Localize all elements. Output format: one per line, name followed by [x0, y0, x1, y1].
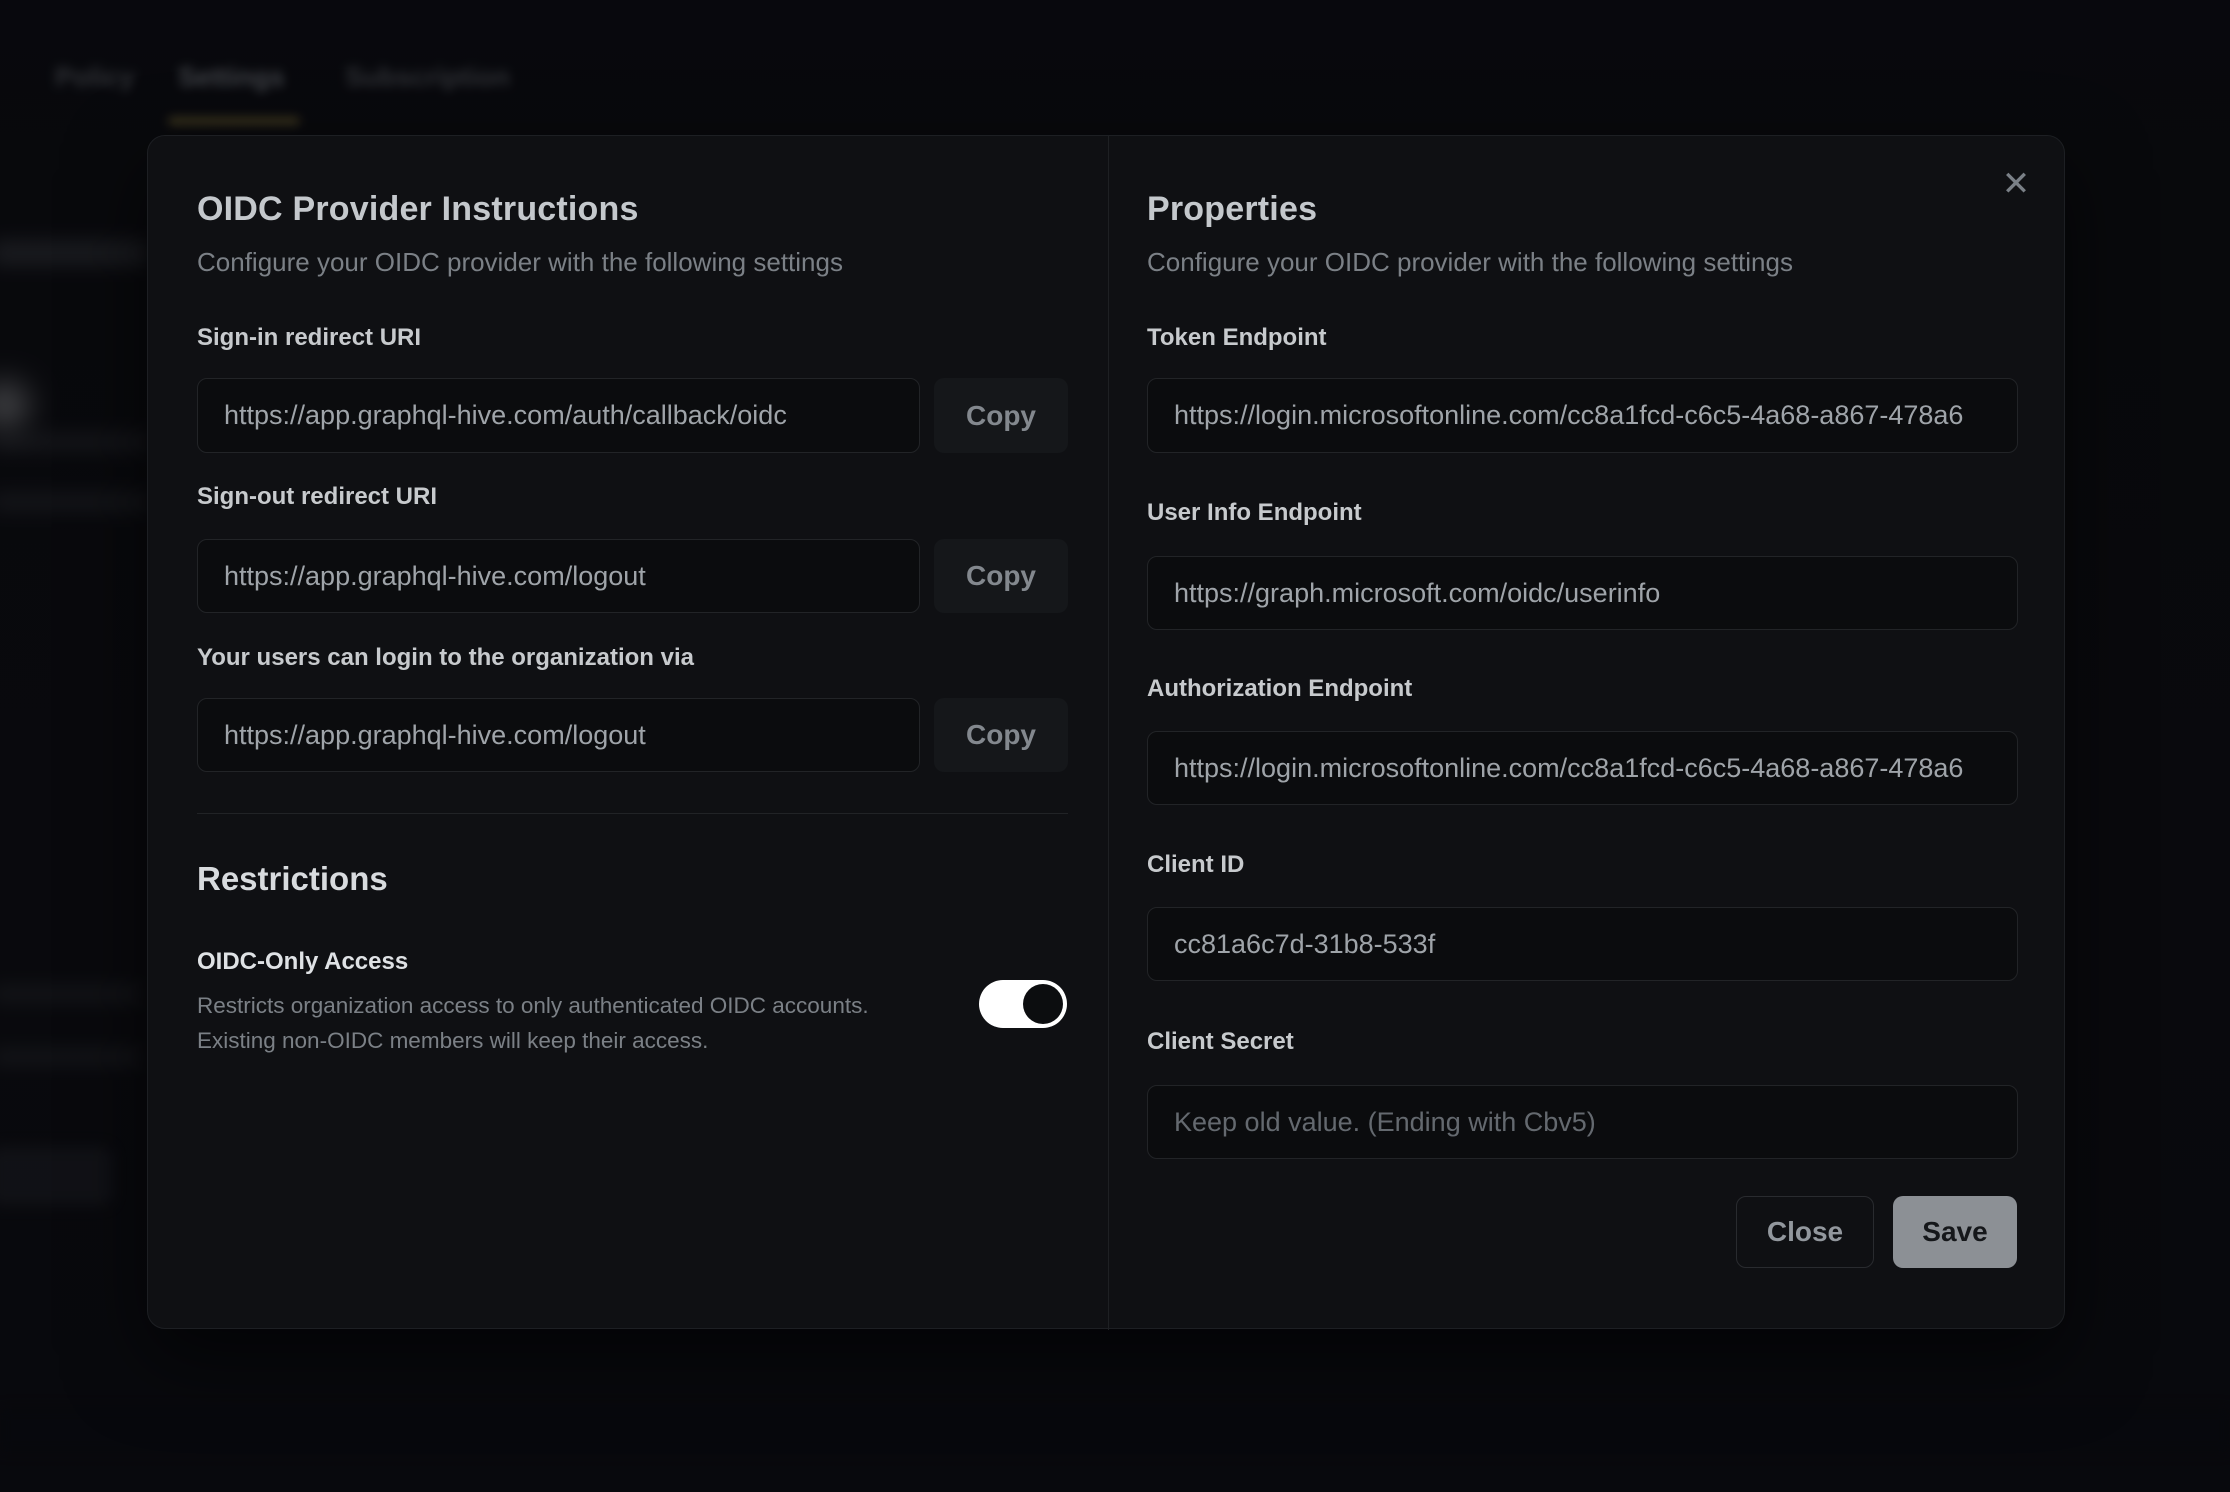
left-column-title: OIDC Provider Instructions: [197, 190, 639, 229]
close-icon[interactable]: ✕: [1992, 160, 2040, 208]
close-button[interactable]: Close: [1736, 1196, 1874, 1268]
copy-org-login-uri-button[interactable]: Copy: [934, 698, 1068, 772]
org-login-uri-field: [197, 698, 920, 772]
signout-redirect-uri-input[interactable]: [198, 561, 919, 592]
userinfo-endpoint-label: User Info Endpoint: [1147, 499, 1362, 527]
signout-redirect-uri-label: Sign-out redirect URI: [197, 483, 437, 511]
left-column-subtitle: Configure your OIDC provider with the fo…: [197, 247, 843, 278]
description-line: Existing non-OIDC members will keep thei…: [197, 1023, 869, 1058]
restrictions-heading: Restrictions: [197, 860, 388, 898]
copy-signin-uri-button[interactable]: Copy: [934, 378, 1068, 453]
org-login-uri-label: Your users can login to the organization…: [197, 644, 694, 672]
oidc-settings-dialog: ✕ OIDC Provider Instructions Configure y…: [147, 135, 2065, 1329]
userinfo-endpoint-input[interactable]: [1148, 578, 2017, 609]
signin-redirect-uri-field: [197, 378, 920, 453]
restrictions-divider: [197, 813, 1068, 814]
userinfo-endpoint-field: [1147, 556, 2018, 630]
description-line: Restricts organization access to only au…: [197, 988, 869, 1023]
client-secret-field: [1147, 1085, 2018, 1159]
right-column-subtitle: Configure your OIDC provider with the fo…: [1147, 247, 1793, 278]
right-column-title: Properties: [1147, 190, 1317, 229]
token-endpoint-label: Token Endpoint: [1147, 324, 1327, 352]
authorization-endpoint-field: [1147, 731, 2018, 805]
toggle-knob: [1023, 984, 1063, 1024]
org-login-uri-input[interactable]: [198, 720, 919, 751]
oidc-only-access-toggle[interactable]: [979, 980, 1067, 1028]
token-endpoint-field: [1147, 378, 2018, 453]
column-divider: [1108, 136, 1109, 1330]
client-id-input[interactable]: [1148, 929, 2017, 960]
signin-redirect-uri-input[interactable]: [198, 400, 919, 431]
save-button[interactable]: Save: [1893, 1196, 2017, 1268]
authorization-endpoint-input[interactable]: [1148, 753, 2017, 784]
client-id-field: [1147, 907, 2018, 981]
client-secret-input[interactable]: [1148, 1107, 2017, 1138]
copy-signout-uri-button[interactable]: Copy: [934, 539, 1068, 613]
client-id-label: Client ID: [1147, 851, 1244, 879]
oidc-only-access-description: Restricts organization access to only au…: [197, 988, 869, 1058]
token-endpoint-input[interactable]: [1148, 400, 2017, 431]
signin-redirect-uri-label: Sign-in redirect URI: [197, 324, 421, 352]
signout-redirect-uri-field: [197, 539, 920, 613]
authorization-endpoint-label: Authorization Endpoint: [1147, 675, 1412, 703]
client-secret-label: Client Secret: [1147, 1028, 1294, 1056]
oidc-only-access-label: OIDC-Only Access: [197, 948, 408, 976]
